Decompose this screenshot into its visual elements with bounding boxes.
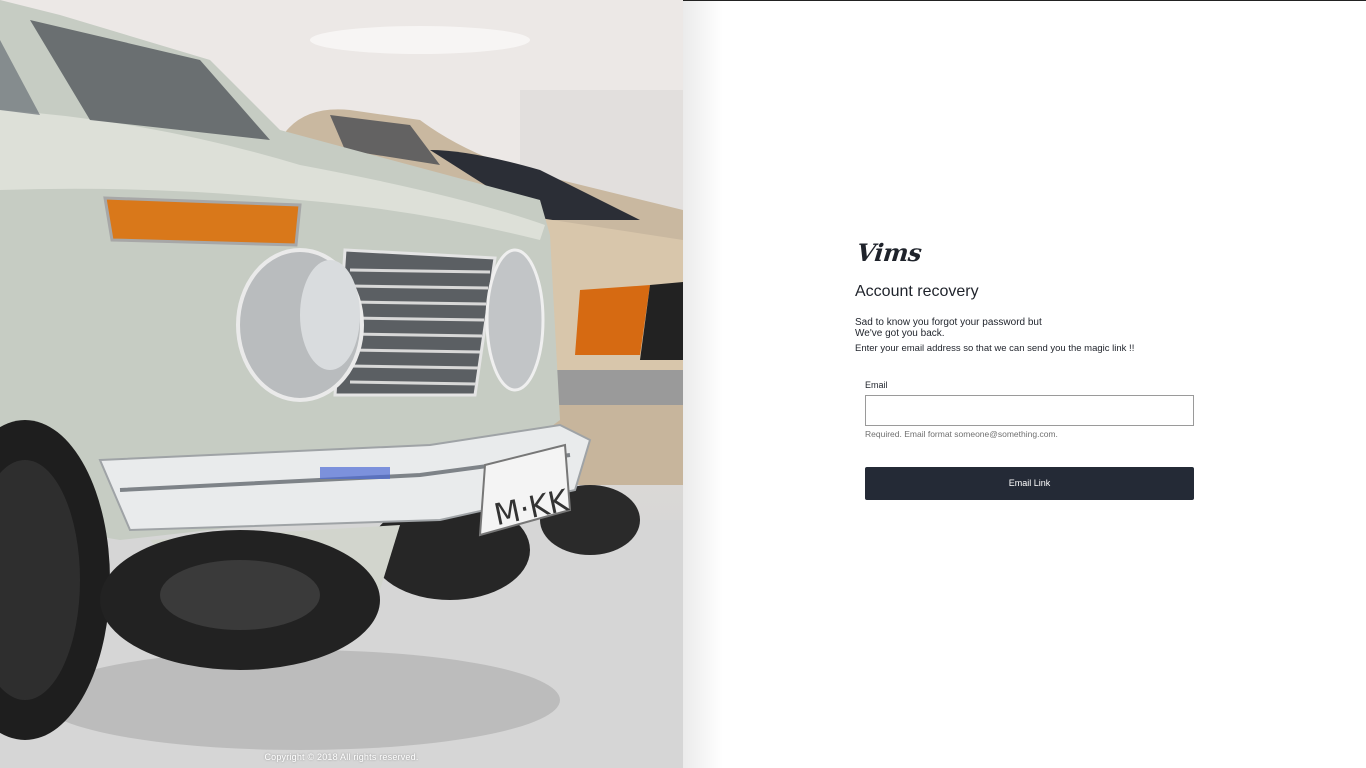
description-line-2: We've got you back.	[855, 327, 945, 339]
top-border	[683, 0, 1366, 1]
copyright-text: Copyright © 2018 All rights reserved.	[264, 752, 419, 762]
email-link-button[interactable]: Email Link	[865, 466, 1194, 500]
recovery-description: Sad to know you forgot your password but…	[855, 317, 1195, 355]
account-recovery-page: M·KK Copyright © 2018 All rights reserve…	[0, 0, 1366, 768]
email-field[interactable]	[865, 394, 1194, 426]
description-line-3: Enter your email address so that we can …	[855, 343, 1135, 354]
email-hint: Required. Email format someone@something…	[865, 428, 1058, 439]
recovery-panel: Vims Account recovery Sad to know you fo…	[855, 238, 1195, 500]
description-line-1: Sad to know you forgot your password but	[855, 317, 1042, 328]
email-label: Email	[865, 379, 888, 390]
recovery-form: Email Required. Email format someone@som…	[865, 380, 1194, 500]
hero-image: M·KK Copyright © 2018 All rights reserve…	[0, 0, 683, 768]
panel-shadow	[683, 0, 723, 768]
page-title: Account recovery	[855, 283, 979, 300]
brand-logo: Vims	[855, 238, 923, 267]
vintage-car-illustration: M·KK	[0, 0, 683, 768]
